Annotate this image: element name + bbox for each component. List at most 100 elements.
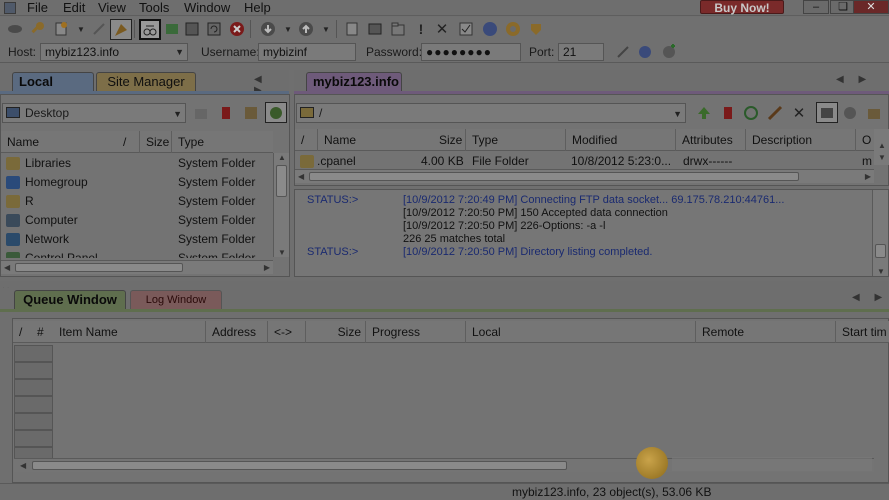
connect-icon[interactable] (6, 20, 24, 38)
remote-up-icon[interactable] (695, 104, 713, 122)
scroll-right-icon[interactable]: ▶ (865, 172, 871, 181)
remote-hscroll-thumb[interactable] (309, 172, 799, 181)
col-queue-local[interactable]: Local (465, 321, 695, 343)
scroll-up-icon[interactable]: ▲ (878, 141, 886, 150)
remote-refresh-icon[interactable] (742, 104, 760, 122)
checklist-icon[interactable] (457, 20, 475, 38)
filter-icon[interactable] (183, 20, 201, 38)
menu-file[interactable]: File (27, 0, 48, 16)
tab-log-window[interactable]: Log Window (130, 290, 222, 310)
info-icon[interactable]: ! (412, 20, 430, 38)
upload-dropdown-icon[interactable]: ▼ (317, 20, 335, 38)
buy-now-button[interactable]: Buy Now! (700, 0, 784, 15)
connect-plug-icon[interactable] (614, 43, 632, 61)
col-remote-attributes[interactable]: Attributes (675, 129, 745, 151)
scroll-right-icon[interactable]: ▶ (264, 263, 270, 272)
add-site-icon[interactable] (660, 43, 678, 61)
scroll-up-icon[interactable]: ▲ (278, 153, 286, 162)
col-remote-owner[interactable]: O (855, 129, 874, 151)
remote-hscroll[interactable]: ◀ ▶ (295, 169, 874, 183)
download-dropdown-icon[interactable]: ▼ (279, 20, 297, 38)
col-remote-size[interactable]: Size (435, 129, 465, 151)
local-vscroll-thumb[interactable] (276, 165, 287, 197)
bottom-tab-nav-arrows[interactable]: ◀ ▶ (852, 292, 888, 303)
tab-local-drives[interactable]: Local Drives (12, 72, 94, 107)
col-queue-address[interactable]: Address (205, 321, 267, 343)
shield-icon[interactable] (527, 20, 545, 38)
list-item[interactable]: Homegroup System Folder (1, 173, 273, 192)
tab-queue-window[interactable]: Queue Window (14, 290, 126, 310)
password-field[interactable]: ●●●●●●●● (421, 43, 521, 61)
globe-icon[interactable] (481, 20, 499, 38)
disconnect-icon[interactable] (90, 20, 108, 38)
col-queue-number[interactable]: # (31, 321, 53, 343)
col-queue-sort[interactable]: / (13, 321, 31, 343)
col-remote-sort[interactable]: / (295, 129, 317, 151)
scroll-left-icon[interactable]: ◀ (20, 461, 26, 470)
local-vscroll[interactable]: ▲ ▼ (273, 153, 289, 257)
scroll-down-icon[interactable]: ▼ (877, 267, 885, 276)
menu-view[interactable]: View (98, 0, 126, 16)
list-item[interactable]: Network System Folder (1, 230, 273, 249)
menu-help[interactable]: Help (244, 0, 271, 16)
remote-vscroll[interactable]: ▲ ▼ (874, 129, 889, 165)
close-button[interactable]: ✕ (853, 0, 889, 14)
sync-browse-icon[interactable] (139, 19, 161, 40)
remote-path-combo[interactable]: / ▼ (296, 103, 686, 123)
col-remote-modified[interactable]: Modified (565, 129, 675, 151)
scroll-left-icon[interactable]: ◀ (4, 263, 10, 272)
col-remote-type[interactable]: Type (465, 129, 565, 151)
col-remote-description[interactable]: Description (745, 129, 855, 151)
key-icon[interactable] (28, 20, 46, 38)
username-field[interactable]: mybizinf (258, 43, 356, 61)
col-remote-name[interactable]: Name (317, 129, 435, 151)
remote-bookmark-icon[interactable] (719, 104, 737, 122)
menu-tools[interactable]: Tools (139, 0, 169, 16)
list-item[interactable]: Computer System Folder (1, 211, 273, 230)
col-queue-remote[interactable]: Remote (695, 321, 835, 343)
download-icon[interactable] (259, 20, 277, 38)
host-field[interactable]: mybiz123.info ▼ (40, 43, 188, 61)
local-hscroll[interactable]: ◀ ▶ (1, 260, 273, 274)
remote-delete-icon[interactable]: ✕ (790, 104, 808, 122)
col-queue-progress[interactable]: Progress (365, 321, 465, 343)
compare-icon[interactable] (163, 20, 181, 38)
refresh-icon[interactable] (205, 20, 223, 38)
remote-compare-icon[interactable] (841, 104, 859, 122)
upload-icon[interactable] (297, 20, 315, 38)
list-item[interactable]: R System Folder (1, 192, 273, 211)
col-queue-size[interactable]: Size (305, 321, 365, 343)
tab-remote-site[interactable]: mybiz123.info (306, 72, 402, 92)
scroll-down-icon[interactable]: ▼ (878, 153, 886, 162)
local-hscroll-thumb[interactable] (15, 263, 183, 272)
delete-icon[interactable]: ✕ (433, 20, 451, 38)
remote-folder-icon[interactable] (865, 104, 883, 122)
menu-edit[interactable]: Edit (63, 0, 85, 16)
queue-hscroll-thumb[interactable] (32, 461, 567, 470)
permissions-icon[interactable] (366, 20, 384, 38)
col-queue-direction[interactable]: <-> (267, 321, 305, 343)
new-site-icon[interactable] (52, 20, 70, 38)
port-field[interactable]: 21 (558, 43, 604, 61)
tab-site-manager[interactable]: Site Manager (96, 72, 196, 92)
minimize-button[interactable]: – (803, 0, 829, 14)
quick-connect-icon[interactable] (110, 19, 132, 40)
chevron-down-icon[interactable]: ▼ (175, 44, 184, 60)
menu-window[interactable]: Window (184, 0, 230, 16)
log-vscroll[interactable]: ▼ (872, 190, 888, 276)
list-item[interactable]: Libraries System Folder (1, 154, 273, 173)
remote-edit-icon[interactable] (766, 104, 784, 122)
col-queue-item-name[interactable]: Item Name (53, 321, 205, 343)
stop-icon[interactable] (228, 20, 246, 38)
globe-connect-icon[interactable] (636, 43, 654, 61)
dropdown-icon[interactable]: ▼ (72, 20, 90, 38)
scroll-left-icon[interactable]: ◀ (298, 172, 304, 181)
new-folder-icon[interactable] (389, 20, 407, 38)
list-item[interactable]: Control Panel System Folder (1, 249, 273, 258)
chevron-down-icon[interactable]: ▼ (673, 105, 682, 123)
log-vscroll-thumb[interactable] (875, 244, 886, 258)
right-tab-nav-arrows[interactable]: ◀ ▶ (836, 74, 872, 85)
support-icon[interactable] (504, 20, 522, 38)
edit-icon[interactable] (343, 20, 361, 38)
scroll-down-icon[interactable]: ▼ (278, 248, 286, 257)
